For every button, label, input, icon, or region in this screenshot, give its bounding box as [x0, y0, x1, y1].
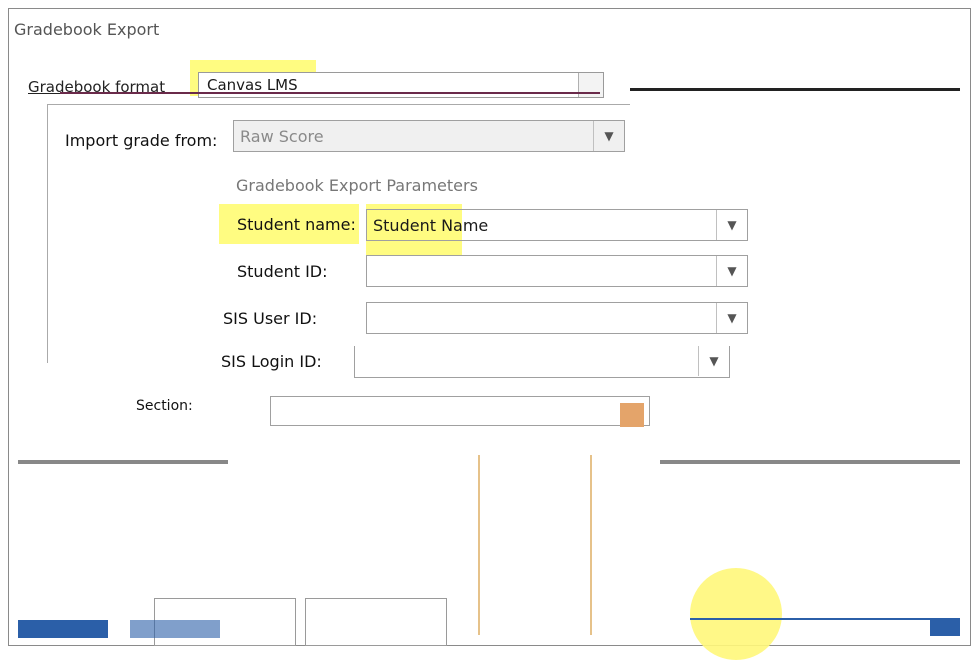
divider	[130, 620, 220, 638]
divider	[660, 460, 960, 464]
student-name-value: Student Name	[373, 216, 489, 235]
cursor-highlight	[690, 568, 782, 660]
chevron-down-icon[interactable]: ▼	[593, 121, 624, 151]
cancel-button[interactable]	[305, 598, 447, 646]
divider	[478, 455, 480, 635]
sis-login-id-label: SIS Login ID:	[221, 352, 322, 371]
sis-user-id-label: SIS User ID:	[223, 309, 318, 328]
import-grade-label: Import grade from:	[65, 131, 218, 150]
import-grade-value: Raw Score	[240, 127, 324, 146]
sis-login-id-select[interactable]: ▼	[354, 346, 730, 378]
section-title: Gradebook Export Parameters	[236, 176, 478, 195]
divider	[690, 618, 930, 620]
gradebook-format-select[interactable]: Canvas LMS	[198, 72, 604, 98]
section-select[interactable]	[270, 396, 650, 426]
chevron-down-icon[interactable]: ▼	[716, 256, 747, 286]
student-name-select[interactable]: Student Name ▼	[366, 209, 748, 241]
import-grade-select[interactable]: Raw Score ▼	[233, 120, 625, 152]
divider	[60, 92, 600, 94]
student-id-label: Student ID:	[237, 262, 328, 281]
divider	[630, 88, 960, 91]
sis-user-id-select[interactable]: ▼	[366, 302, 748, 334]
window-title: Gradebook Export	[14, 20, 160, 39]
divider	[930, 618, 960, 636]
student-name-label: Student name:	[237, 215, 356, 234]
chevron-down-icon[interactable]	[620, 403, 644, 427]
divider	[590, 455, 592, 635]
chevron-down-icon[interactable]: ▼	[698, 346, 729, 376]
divider	[18, 460, 228, 464]
divider	[18, 620, 108, 638]
gradebook-format-row: Gradebook format Canvas LMS	[22, 72, 604, 100]
student-id-select[interactable]: ▼	[366, 255, 748, 287]
chevron-down-icon[interactable]: ▼	[716, 210, 747, 240]
chevron-down-icon[interactable]: ▼	[716, 303, 747, 333]
section-label: Section:	[136, 398, 193, 414]
